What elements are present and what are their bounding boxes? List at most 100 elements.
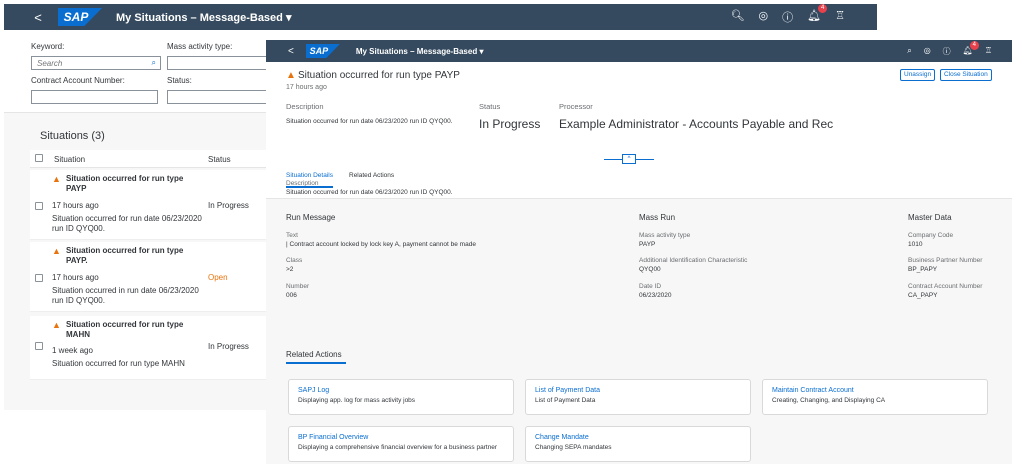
list-header: Situation Status <box>30 150 266 168</box>
row-checkbox[interactable] <box>35 342 43 350</box>
processor-label: Processor <box>559 102 593 111</box>
notification-badge: 4 <box>969 40 979 50</box>
item-time: 17 hours ago <box>52 201 99 210</box>
row-checkbox[interactable] <box>35 202 43 210</box>
text-label: Text <box>286 232 298 239</box>
warning-icon: ▲ <box>52 320 61 330</box>
shell-icons: 🔍︎ ◎ ⓘ 🔔︎ 4 ♖ <box>731 4 845 25</box>
help-icon[interactable]: ⓘ <box>782 9 793 25</box>
sap-logo[interactable]: SAP <box>58 8 102 26</box>
processor-value: Example Administrator - Accounts Payable… <box>559 117 834 131</box>
date-id-value: 06/23/2020 <box>639 292 672 299</box>
ca-number-label: Contract Account Number <box>908 283 983 290</box>
notification-badge: 4 <box>818 4 828 13</box>
related-actions-title: Related Actions <box>286 350 342 359</box>
item-status: Open <box>208 273 228 282</box>
item-title: Situation occurred for run type PAYP. <box>66 246 184 265</box>
contract-account-label: Contract Account Number: <box>31 76 125 85</box>
company-code-value: 1010 <box>908 241 923 248</box>
description-value: Situation occurred for run date 06/23/20… <box>286 118 453 125</box>
bp-number-value: BP_PAPY <box>908 266 938 273</box>
bg-shell-header: < SAP My Situations – Message-Based ▾ 🔍︎… <box>4 4 877 30</box>
list-item[interactable]: ▲ Situation occurred for run type PAYP. … <box>30 242 266 312</box>
company-code-label: Company Code <box>908 232 954 239</box>
card-title[interactable]: BP Financial Overview <box>298 434 368 441</box>
user-icon[interactable]: ♖ <box>835 9 845 25</box>
action-card-change-mandate[interactable]: Change Mandate Changing SEPA mandates <box>525 426 751 462</box>
item-time: 17 hours ago <box>52 273 99 282</box>
settings-icon[interactable]: ◎ <box>759 9 769 25</box>
card-subtitle: Changing SEPA mandates <box>535 444 612 451</box>
filter-bar: Keyword: Search ⌕ Mass activity type: Co… <box>4 30 266 112</box>
search-icon[interactable]: ⌕ <box>907 46 911 57</box>
col-situation: Situation <box>54 155 86 164</box>
search-icon[interactable]: ⌕ <box>152 58 156 68</box>
collapse-header-button[interactable]: ^ <box>622 154 636 164</box>
mass-activity-label: Mass activity type: <box>167 42 233 51</box>
shell-icons: ⌕ ◎ ⓘ 🔔︎ 4 ♖ <box>907 40 992 57</box>
user-icon[interactable]: ♖ <box>985 46 992 57</box>
ca-number-value: CA_PAPY <box>908 292 938 299</box>
class-value: >2 <box>286 266 294 273</box>
card-title[interactable]: Change Mandate <box>535 434 589 441</box>
aic-label: Additional Identification Characteristic <box>639 257 748 264</box>
list-item[interactable]: ▲ Situation occurred for run type PAYP 1… <box>30 170 266 240</box>
action-card-maintain-contract-account[interactable]: Maintain Contract Account Creating, Chan… <box>762 379 988 415</box>
item-time: 1 week ago <box>52 346 93 355</box>
card-title[interactable]: List of Payment Data <box>535 387 600 394</box>
card-title[interactable]: Maintain Contract Account <box>772 387 854 394</box>
select-all-checkbox[interactable] <box>35 154 43 162</box>
col-status: Status <box>208 155 231 164</box>
situations-title: Situations (3) <box>40 130 105 142</box>
status-label: Status <box>479 102 501 111</box>
action-card-sapj-log[interactable]: SAPJ Log Displaying app. log for mass ac… <box>288 379 514 415</box>
item-desc: Situation occurred in run date 06/23/202… <box>52 286 199 305</box>
master-data-title: Master Data <box>908 213 952 222</box>
app-title-menu[interactable]: My Situations – Message-Based ▾ <box>116 11 291 24</box>
contract-account-input[interactable] <box>31 90 158 104</box>
bp-number-label: Business Partner Number <box>908 257 983 264</box>
app-title-menu[interactable]: My Situations – Message-Based ▾ <box>356 47 484 56</box>
action-card-bp-financial-overview[interactable]: BP Financial Overview Displaying a compr… <box>288 426 514 462</box>
status-label: Status: <box>167 76 192 85</box>
aic-value: QYQ00 <box>639 266 661 273</box>
related-actions-underline <box>286 362 346 364</box>
page-subtitle: 17 hours ago <box>286 84 327 91</box>
action-card-payment-data[interactable]: List of Payment Data List of Payment Dat… <box>525 379 751 415</box>
status-input[interactable] <box>167 90 266 104</box>
search-icon[interactable]: 🔍︎ <box>731 9 745 25</box>
search-input[interactable]: Search ⌕ <box>31 56 161 70</box>
card-subtitle: List of Payment Data <box>535 397 596 404</box>
tab-related-actions[interactable]: Related Actions <box>349 172 394 179</box>
card-subtitle: Displaying a comprehensive financial ove… <box>298 444 498 451</box>
details-description-label: Description <box>286 180 319 187</box>
notification-icon[interactable]: 🔔︎ 4 <box>963 40 979 57</box>
mass-activity-input[interactable] <box>167 56 266 70</box>
card-title[interactable]: SAPJ Log <box>298 387 329 394</box>
help-icon[interactable]: ⓘ <box>943 46 951 57</box>
number-label: Number <box>286 283 310 290</box>
back-button[interactable]: < <box>24 10 52 25</box>
unassign-button[interactable]: Unassign <box>900 69 936 81</box>
sap-logo[interactable]: SAP <box>305 44 340 58</box>
settings-icon[interactable]: ◎ <box>924 46 931 57</box>
number-value: 006 <box>286 292 297 299</box>
mass-run-title: Mass Run <box>639 213 676 222</box>
item-title: Situation occurred for run type PAYP <box>66 174 184 193</box>
close-situation-button[interactable]: Close Situation <box>940 69 992 81</box>
warning-icon: ▲ <box>52 174 61 184</box>
warning-icon: ▲ <box>52 246 61 256</box>
description-label: Description <box>286 102 324 111</box>
item-desc: Situation occurred for run date 06/23/20… <box>52 214 202 233</box>
notification-icon[interactable]: 🔔︎ 4 <box>807 4 828 25</box>
class-label: Class <box>286 257 303 264</box>
text-value: | Contract account locked by lock key A,… <box>286 241 476 248</box>
list-item[interactable]: ▲ Situation occurred for run type MAHN 1… <box>30 316 266 380</box>
back-button[interactable]: < <box>288 46 294 57</box>
item-status: In Progress <box>208 201 249 210</box>
item-desc: Situation occurred for run type MAHN <box>52 359 185 368</box>
keyword-label: Keyword: <box>31 42 65 51</box>
search-placeholder: Search <box>37 59 63 68</box>
mass-activity-type-value: PAYP <box>639 241 656 248</box>
row-checkbox[interactable] <box>35 274 43 282</box>
